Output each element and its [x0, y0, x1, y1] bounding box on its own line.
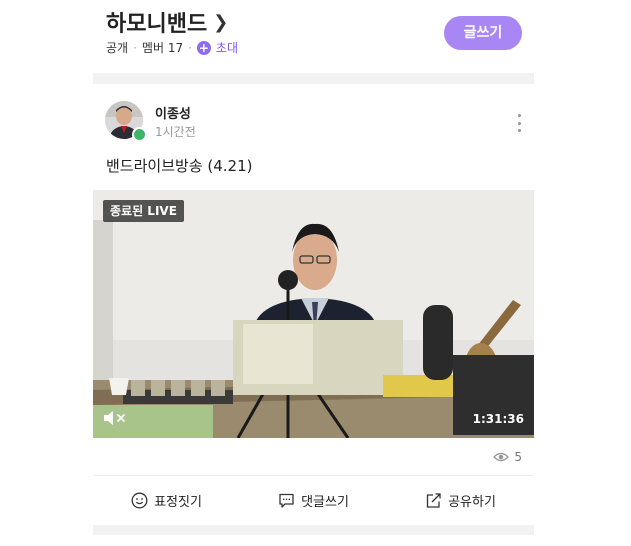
eye-icon — [493, 452, 510, 462]
visibility-label: 공개 — [106, 41, 129, 55]
post-actions: 표정짓기 댓글쓰기 공유하기 — [93, 476, 534, 525]
separator-dot: · — [133, 40, 137, 55]
next-post-card — [93, 535, 534, 546]
author-name[interactable]: 이종성 — [155, 103, 191, 122]
post-text: 밴드라이브방송 (4.21) — [106, 157, 253, 175]
share-icon — [426, 493, 441, 508]
crown-icon — [132, 127, 147, 142]
invite-link[interactable]: 초대 — [216, 39, 238, 56]
video-frame — [93, 190, 534, 438]
smiley-icon — [131, 492, 148, 509]
band-header: 하모니밴드 ❯ 공개 · 멤버 17 · + 초대 글쓰기 — [93, 0, 534, 73]
band-meta: 공개 · 멤버 17 · + 초대 — [106, 39, 238, 56]
write-post-button[interactable]: 글쓰기 — [444, 16, 522, 50]
view-count: 5 — [493, 450, 522, 464]
feed-column: 하모니밴드 ❯ 공개 · 멤버 17 · + 초대 글쓰기 이종성 1시간전 밴… — [93, 0, 534, 546]
band-title[interactable]: 하모니밴드 ❯ — [106, 6, 228, 38]
express-label: 표정짓기 — [154, 495, 202, 510]
share-button[interactable]: 공유하기 — [387, 476, 534, 525]
members-count[interactable]: 멤버 17 — [142, 39, 183, 56]
chevron-right-icon: ❯ — [213, 11, 229, 33]
separator-dot: · — [188, 40, 192, 55]
post-time: 1시간전 — [155, 125, 196, 139]
comment-label: 댓글쓰기 — [301, 495, 349, 510]
comment-button[interactable]: 댓글쓰기 — [240, 476, 387, 525]
video-player[interactable]: 종료된 LIVE 1:31:36 — [93, 190, 534, 438]
live-ended-badge: 종료된 LIVE — [103, 200, 184, 222]
page: 하모니밴드 ❯ 공개 · 멤버 17 · + 초대 글쓰기 이종성 1시간전 밴… — [0, 0, 631, 546]
comment-icon — [279, 493, 294, 508]
more-options-icon[interactable] — [516, 114, 522, 132]
share-label: 공유하기 — [448, 495, 496, 510]
band-name-text: 하모니밴드 — [106, 12, 208, 37]
express-button[interactable]: 표정짓기 — [93, 476, 240, 525]
plus-icon[interactable]: + — [196, 40, 211, 55]
post-card: 이종성 1시간전 밴드라이브방송 (4.21) 종료된 LIVE 1:31:36… — [93, 84, 534, 525]
video-duration: 1:31:36 — [472, 412, 524, 426]
muted-speaker-icon[interactable] — [103, 410, 129, 430]
view-count-value: 5 — [514, 450, 522, 464]
